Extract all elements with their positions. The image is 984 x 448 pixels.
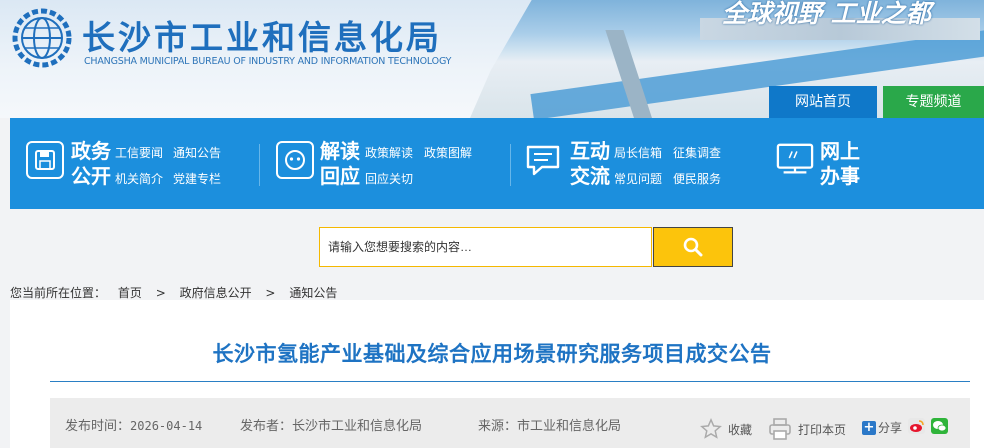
search-input[interactable] bbox=[319, 227, 652, 267]
favorite-label: 收藏 bbox=[728, 422, 753, 437]
tab-home[interactable]: 网站首页 bbox=[769, 86, 877, 118]
nav-head-huiying[interactable]: 回应 bbox=[320, 164, 360, 189]
star-icon bbox=[700, 418, 722, 439]
source: 来源：市工业和信息化局 bbox=[478, 415, 621, 434]
nav-head-wangshang[interactable]: 网上 bbox=[820, 139, 860, 164]
nav-head-jiaoliu[interactable]: 交流 bbox=[570, 164, 610, 189]
face-icon bbox=[276, 141, 314, 179]
nav-link-party[interactable]: 党建专栏 bbox=[173, 170, 221, 187]
nav-head-gongkai[interactable]: 公开 bbox=[71, 164, 111, 189]
main-nav: 政务 公开 工信要闻 通知公告 机关简介 党建专栏 解读 回应 政策解读 政策图… bbox=[10, 118, 984, 209]
nav-link-news[interactable]: 工信要闻 bbox=[115, 144, 163, 161]
publisher-value: 长沙市工业和信息化局 bbox=[292, 419, 423, 434]
source-label: 来源： bbox=[478, 419, 518, 434]
nav-link-response[interactable]: 回应关切 bbox=[365, 170, 413, 187]
source-value: 市工业和信息化局 bbox=[517, 419, 622, 434]
print-button[interactable]: 打印本页 bbox=[768, 418, 846, 440]
breadcrumb-notices[interactable]: 通知公告 bbox=[289, 286, 337, 300]
chat-icon bbox=[524, 141, 562, 179]
bureau-logo-icon bbox=[12, 8, 72, 68]
breadcrumb-home[interactable]: 首页 bbox=[118, 286, 142, 300]
breadcrumb-prefix: 您当前所在位置： bbox=[10, 286, 107, 300]
publisher-label: 发布者： bbox=[240, 419, 293, 434]
article-title: 长沙市氢能产业基础及综合应用场景研究服务项目成交公告 bbox=[212, 342, 772, 366]
nav-head-jiedu[interactable]: 解读 bbox=[320, 139, 360, 164]
share-weibo-button[interactable] bbox=[908, 418, 925, 434]
site-title-english: CHANGSHA MUNICIPAL BUREAU OF INDUSTRY AN… bbox=[84, 56, 452, 67]
site-title: 长沙市工业和信息化局 bbox=[82, 18, 442, 57]
nav-link-policy-interp[interactable]: 政策解读 bbox=[365, 144, 413, 161]
search-icon bbox=[683, 237, 703, 257]
nav-head-banshi[interactable]: 办事 bbox=[820, 164, 860, 189]
banner-slogan: 全球视野 工业之都 bbox=[722, 0, 931, 28]
disk-icon bbox=[26, 141, 64, 179]
printer-icon bbox=[769, 418, 791, 440]
nav-group-gov-info: 政务 公开 工信要闻 通知公告 机关简介 党建专栏 bbox=[10, 118, 260, 209]
share-label: 分享 bbox=[878, 421, 903, 435]
nav-link-policy-graphic[interactable]: 政策图解 bbox=[424, 144, 472, 161]
publish-date-label: 发布时间： bbox=[65, 419, 131, 434]
nav-group-interpretation: 解读 回应 政策解读 政策图解 回应关切 bbox=[260, 118, 510, 209]
nav-link-mailbox[interactable]: 局长信箱 bbox=[614, 144, 662, 161]
print-label: 打印本页 bbox=[798, 422, 847, 437]
weibo-icon bbox=[908, 418, 925, 434]
monitor-icon bbox=[776, 141, 814, 179]
breadcrumb-separator: > bbox=[155, 286, 166, 300]
nav-group-interaction: 互动 交流 局长信箱 征集调查 常见问题 便民服务 bbox=[510, 118, 760, 209]
search-button[interactable] bbox=[653, 227, 733, 267]
favorite-button[interactable]: 收藏 bbox=[700, 418, 752, 440]
share-wechat-button[interactable] bbox=[931, 418, 948, 434]
publish-date: 发布时间：2026-04-14 bbox=[65, 415, 202, 434]
breadcrumb: 您当前所在位置： 首页 > 政府信息公开 > 通知公告 bbox=[10, 284, 343, 301]
nav-link-notices[interactable]: 通知公告 bbox=[173, 144, 221, 161]
publish-date-value: 2026-04-14 bbox=[130, 419, 203, 433]
breadcrumb-separator: > bbox=[265, 286, 276, 300]
plus-icon: + bbox=[862, 419, 876, 435]
title-divider bbox=[50, 381, 970, 382]
tab-topics[interactable]: 专题频道 bbox=[883, 86, 984, 118]
nav-link-faq[interactable]: 常见问题 bbox=[614, 170, 662, 187]
nav-link-about[interactable]: 机关简介 bbox=[115, 170, 163, 187]
site-header: 长沙市工业和信息化局 CHANGSHA MUNICIPAL BUREAU OF … bbox=[0, 0, 984, 118]
wechat-icon bbox=[931, 418, 948, 434]
nav-head-zhengwu[interactable]: 政务 bbox=[71, 139, 111, 164]
nav-head-hudong[interactable]: 互动 bbox=[570, 139, 610, 164]
publisher: 发布者：长沙市工业和信息化局 bbox=[240, 415, 422, 434]
nav-link-services[interactable]: 便民服务 bbox=[673, 170, 721, 187]
article-meta-bar: 发布时间：2026-04-14 发布者：长沙市工业和信息化局 来源：市工业和信息… bbox=[50, 398, 970, 448]
share-button[interactable]: + 分享 bbox=[862, 419, 902, 436]
nav-link-survey[interactable]: 征集调查 bbox=[673, 144, 721, 161]
nav-group-online-service[interactable]: 网上 办事 bbox=[770, 118, 970, 209]
breadcrumb-gov-info[interactable]: 政府信息公开 bbox=[180, 286, 252, 300]
